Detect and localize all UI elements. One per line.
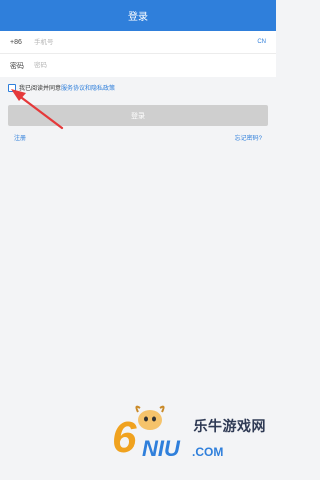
password-input[interactable] (34, 55, 266, 76)
phone-input[interactable] (34, 32, 258, 52)
login-button[interactable]: 登录 (8, 105, 268, 126)
agreement-row: 我已阅读并同意 服务协议 和 隐私政策 (8, 83, 115, 92)
register-link[interactable]: 注册 (14, 133, 26, 142)
svg-text:6: 6 (112, 413, 137, 460)
service-agreement-link[interactable]: 服务协议 (61, 83, 85, 92)
region-selector[interactable]: CN (257, 39, 266, 45)
password-label: 密码 (10, 62, 24, 70)
phone-row: +86 CN (0, 31, 276, 54)
site-watermark-text: 乐牛游戏网 (193, 418, 266, 434)
agreement-text: 我已阅读并同意 (19, 86, 62, 92)
country-code-label[interactable]: +86 (10, 39, 34, 46)
privacy-policy-link[interactable]: 隐私政策 (91, 83, 115, 92)
forgot-password-link[interactable]: 忘记密码? (235, 133, 262, 142)
svg-text:.COM: .COM (192, 445, 223, 459)
password-row: 密码 (0, 54, 276, 77)
svg-text:NIU: NIU (142, 436, 181, 460)
agreement-checkbox[interactable] (8, 83, 16, 92)
page-title: 登录 (128, 12, 148, 23)
title-bar: 登录 (0, 0, 276, 31)
login-form: +86 CN 密码 (0, 31, 276, 77)
